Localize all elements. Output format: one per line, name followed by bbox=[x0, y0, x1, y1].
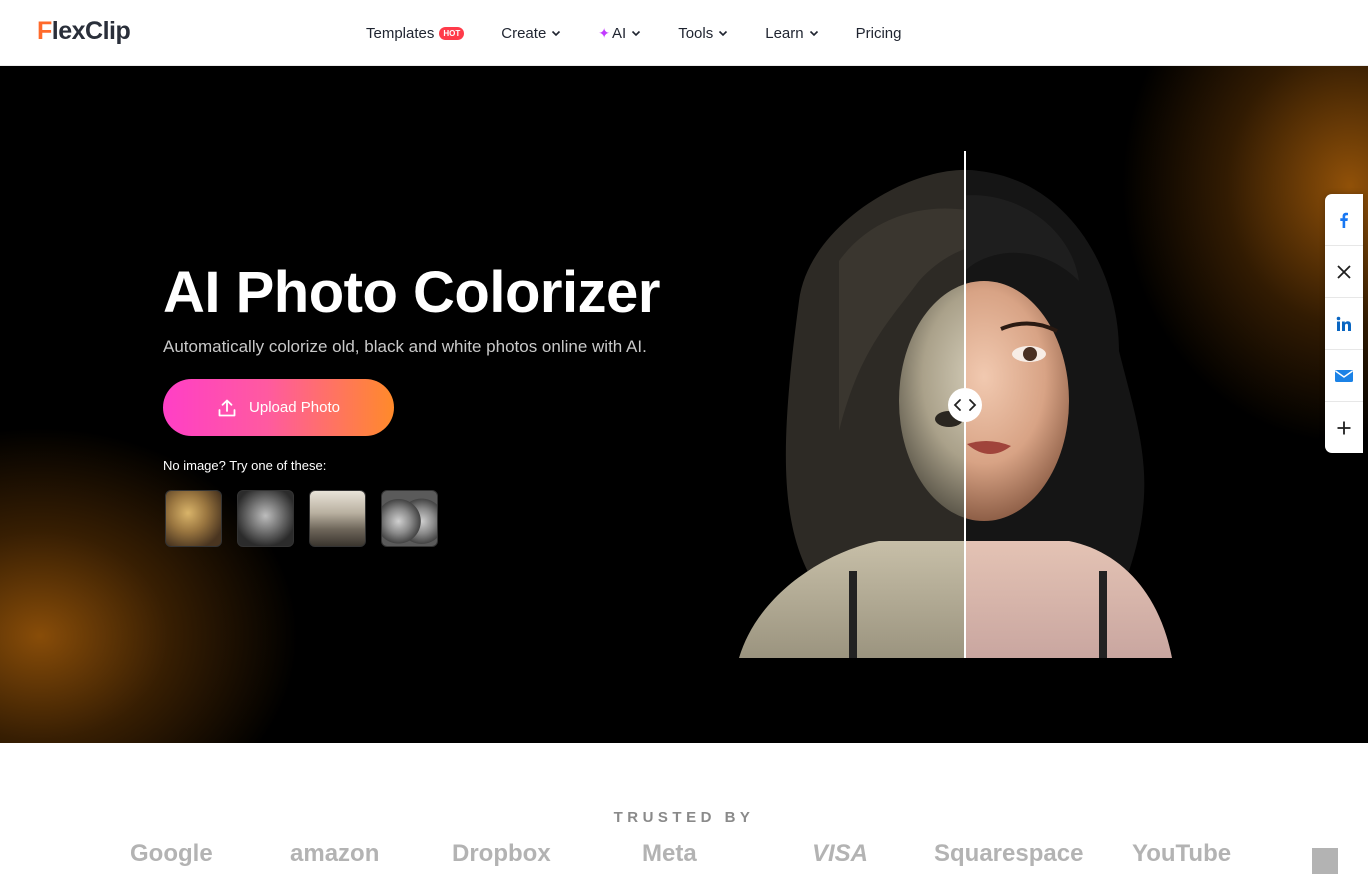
main-nav: Templates HOT Create ✦ AI Tools Learn Pr… bbox=[366, 22, 938, 44]
facebook-icon bbox=[1340, 212, 1348, 228]
nav-ai-label: AI bbox=[612, 24, 627, 42]
brand-visa: VISA bbox=[812, 840, 869, 867]
sample-image-house[interactable] bbox=[309, 490, 366, 547]
chevron-down-icon bbox=[552, 30, 561, 37]
upload-icon bbox=[218, 399, 236, 416]
social-share-bar bbox=[1325, 194, 1363, 453]
trusted-brand-logos: Google amazon Dropbox Meta VISA Squaresp… bbox=[0, 840, 1368, 874]
plus-icon bbox=[1337, 421, 1351, 435]
nav-learn[interactable]: Learn bbox=[765, 22, 818, 44]
sample-images bbox=[165, 490, 453, 547]
share-linkedin[interactable] bbox=[1325, 298, 1363, 350]
hero-section: AI Photo Colorizer Automatically coloriz… bbox=[0, 66, 1368, 743]
share-email[interactable] bbox=[1325, 350, 1363, 402]
share-more[interactable] bbox=[1325, 402, 1363, 454]
nav-create-label: Create bbox=[501, 24, 547, 42]
flexclip-logo[interactable]: FlexClip bbox=[37, 17, 131, 46]
chevron-down-icon bbox=[719, 30, 728, 37]
hero-glow-left bbox=[0, 426, 300, 743]
trusted-by-label: TRUSTED BY bbox=[613, 809, 755, 826]
chevron-down-icon bbox=[632, 30, 641, 37]
page-title: AI Photo Colorizer bbox=[163, 260, 660, 325]
chevron-down-icon bbox=[809, 30, 818, 37]
nav-tools[interactable]: Tools bbox=[678, 22, 728, 44]
nav-learn-label: Learn bbox=[765, 24, 804, 42]
brand-amazon: amazon bbox=[290, 840, 380, 867]
brand-google: Google bbox=[130, 840, 213, 867]
upload-photo-button[interactable]: Upload Photo bbox=[163, 379, 394, 436]
site-header: FlexClip Templates HOT Create ✦ AI Tools… bbox=[0, 0, 1368, 66]
before-after-portrait[interactable] bbox=[739, 151, 1172, 658]
sample-image-flowers[interactable] bbox=[165, 490, 222, 547]
nav-pricing[interactable]: Pricing bbox=[856, 22, 902, 44]
hot-badge: HOT bbox=[439, 26, 465, 40]
nav-tools-label: Tools bbox=[678, 24, 714, 42]
share-facebook[interactable] bbox=[1325, 194, 1363, 246]
nav-create[interactable]: Create bbox=[501, 22, 561, 44]
brand-squarespace: Squarespace bbox=[934, 840, 1084, 867]
brand-youtube: YouTube bbox=[1132, 840, 1232, 867]
brand-meta: Meta bbox=[642, 840, 697, 867]
sample-image-children[interactable] bbox=[381, 490, 438, 547]
nav-templates[interactable]: Templates HOT bbox=[366, 22, 465, 44]
nav-templates-label: Templates bbox=[366, 24, 435, 42]
brand-dropbox: Dropbox bbox=[452, 840, 551, 867]
upload-photo-label: Upload Photo bbox=[249, 399, 340, 416]
hero-subtitle: Automatically colorize old, black and wh… bbox=[163, 337, 647, 356]
brand-windows-logo bbox=[1312, 848, 1338, 874]
sample-image-old-woman[interactable] bbox=[237, 490, 294, 547]
email-icon bbox=[1335, 369, 1353, 382]
compare-slider-handle bbox=[948, 388, 982, 422]
nav-pricing-label: Pricing bbox=[855, 24, 902, 42]
linkedin-icon bbox=[1336, 316, 1351, 331]
nav-ai[interactable]: ✦ AI bbox=[598, 22, 641, 44]
share-x[interactable] bbox=[1325, 246, 1363, 298]
sample-images-label: No image? Try one of these: bbox=[163, 458, 327, 473]
sparkle-icon: ✦ bbox=[598, 24, 611, 41]
x-icon bbox=[1337, 264, 1351, 279]
